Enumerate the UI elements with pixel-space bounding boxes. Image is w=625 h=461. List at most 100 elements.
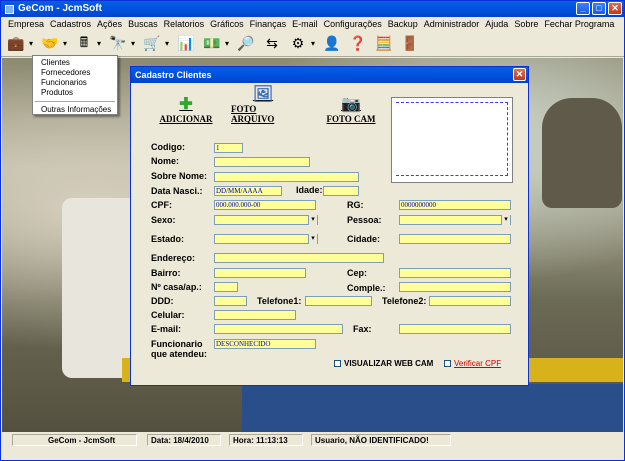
cadastro-clientes-dialog: Cadastro Clientes ✕ ✚ ADICIONAR 🖼 FOTO A… — [130, 66, 529, 386]
menu-bar: Empresa Cadastros Ações Buscas Relatorio… — [1, 17, 624, 31]
dialog-title: Cadastro Clientes — [135, 70, 212, 80]
label-telefone1: Telefone1: — [257, 296, 302, 306]
nome-field[interactable] — [214, 157, 310, 167]
status-bar: GeCom - JcmSoft Data: 18/4/2010 Hora: 11… — [2, 432, 623, 460]
close-button[interactable]: ✕ — [608, 2, 622, 15]
dialog-title-bar: Cadastro Clientes ✕ — [131, 67, 528, 83]
title-bar: GeCom - JcmSoft _ □ ✕ — [1, 1, 624, 17]
telefone1-field[interactable] — [305, 296, 372, 306]
email-field[interactable] — [214, 324, 343, 334]
cart-icon[interactable]: 🛒 — [141, 33, 169, 55]
label-codigo: Codigo: — [151, 142, 185, 152]
maximize-button[interactable]: □ — [592, 2, 606, 15]
pessoa-select[interactable] — [399, 215, 511, 225]
menu-item-outras-informacoes[interactable]: Outras Informações — [33, 105, 117, 115]
menu-financas[interactable]: Finanças — [247, 17, 290, 31]
minimize-button[interactable]: _ — [576, 2, 590, 15]
label-cidade: Cidade: — [347, 234, 381, 244]
label-email: E-mail: — [151, 324, 182, 334]
label-data-nasc: Data Nasci.: — [151, 186, 203, 196]
briefcase-icon[interactable]: 💼 — [5, 33, 33, 55]
menu-graficos[interactable]: Gráficos — [207, 17, 247, 31]
idade-field[interactable] — [323, 186, 359, 196]
ddd-field[interactable] — [214, 296, 247, 306]
dialog-close-button[interactable]: ✕ — [513, 68, 526, 81]
numero-field[interactable] — [214, 282, 238, 292]
label-idade: Idade: — [296, 185, 323, 195]
label-telefone2: Telefone2: — [382, 296, 427, 306]
complemento-field[interactable] — [399, 282, 511, 292]
cep-field[interactable] — [399, 268, 511, 278]
visualizar-webcam-checkbox[interactable] — [334, 360, 341, 367]
menu-separator — [35, 101, 115, 102]
label-fax: Fax: — [353, 324, 372, 334]
funcionario-field[interactable]: DESCONHECIDO — [214, 339, 316, 349]
foto-arquivo-button[interactable]: 🖼 FOTO ARQUIVO — [231, 86, 295, 124]
endereco-field[interactable] — [214, 253, 384, 263]
menu-empresa[interactable]: Empresa — [5, 17, 47, 31]
menu-item-funcionarios[interactable]: Funcionarios — [33, 78, 117, 88]
label-bairro: Bairro: — [151, 268, 181, 278]
label-celular: Celular: — [151, 310, 185, 320]
plus-icon: ✚ — [179, 96, 193, 113]
menu-item-produtos[interactable]: Produtos — [33, 88, 117, 98]
verificar-cpf-link[interactable]: Verificar CPF — [454, 358, 501, 369]
label-numero: Nº casa/ap.: — [151, 282, 202, 292]
fax-field[interactable] — [399, 324, 511, 334]
help-icon[interactable]: ❓ — [347, 33, 369, 55]
adicionar-button[interactable]: ✚ ADICIONAR — [159, 92, 213, 124]
money-icon[interactable]: 💵 — [201, 33, 229, 55]
label-endereco: Endereço: — [151, 253, 196, 263]
data-nasc-field[interactable]: DD/MM/AAAA — [214, 186, 282, 196]
menu-ajuda[interactable]: Ajuda — [482, 17, 511, 31]
menu-fechar-programa[interactable]: Fechar Programa — [541, 17, 617, 31]
visualizar-webcam-label: VISUALIZAR WEB CAM — [344, 359, 434, 368]
menu-relatorios[interactable]: Relatorios — [161, 17, 208, 31]
cash-register-icon[interactable]: 🖩 — [73, 33, 101, 55]
binoculars-icon[interactable]: 🔭 — [107, 33, 135, 55]
exit-door-icon[interactable]: 🚪 — [399, 33, 421, 55]
handshake-icon[interactable]: 🤝 — [39, 33, 67, 55]
label-estado: Estado: — [151, 234, 185, 244]
telefone2-field[interactable] — [429, 296, 511, 306]
menu-item-clientes[interactable]: Clientes — [33, 58, 117, 68]
label-nome: Nome: — [151, 156, 180, 166]
webcam-icon: 📷 — [341, 96, 361, 113]
rg-field[interactable]: 0000000000 — [399, 200, 511, 210]
bairro-field[interactable] — [214, 268, 306, 278]
label-ddd: DDD: — [151, 296, 174, 306]
search-people-icon[interactable]: 🔎 — [235, 33, 257, 55]
sexo-select[interactable] — [214, 215, 318, 225]
settings-icon[interactable]: ⚙ — [287, 33, 315, 55]
calculator-icon[interactable]: 🧮 — [373, 33, 395, 55]
label-cep: Cep: — [347, 268, 367, 278]
menu-sobre[interactable]: Sobre — [511, 17, 541, 31]
menu-backup[interactable]: Backup — [385, 17, 421, 31]
window-title: GeCom - JcmSoft — [18, 3, 102, 14]
menu-configuracoes[interactable]: Configurações — [321, 17, 385, 31]
transfer-icon[interactable]: ⇆ — [261, 33, 283, 55]
status-time: Hora: 11:13:13 — [229, 434, 303, 446]
cpf-field[interactable]: 000.000.000-00 — [214, 200, 316, 210]
menu-administrador[interactable]: Administrador — [421, 17, 483, 31]
menu-cadastros[interactable]: Cadastros — [47, 17, 94, 31]
label-pessoa: Pessoa: — [347, 215, 382, 225]
codigo-field[interactable]: 1 — [214, 143, 243, 153]
menu-buscas[interactable]: Buscas — [125, 17, 161, 31]
menu-item-fornecedores[interactable]: Fornecedores — [33, 68, 117, 78]
cidade-field[interactable] — [399, 234, 511, 244]
celular-field[interactable] — [214, 310, 296, 320]
foto-cam-button[interactable]: 📷 FOTO CAM — [324, 92, 378, 124]
verificar-cpf-checkbox[interactable] — [444, 360, 451, 367]
sobrenome-field[interactable] — [214, 172, 359, 182]
menu-email[interactable]: E-mail — [289, 17, 321, 31]
status-date: Data: 18/4/2010 — [147, 434, 221, 446]
main-window: GeCom - JcmSoft _ □ ✕ Empresa Cadastros … — [0, 0, 625, 461]
label-funcionario-2: que atendeu: — [151, 349, 208, 359]
menu-acoes[interactable]: Ações — [94, 17, 125, 31]
estado-select[interactable] — [214, 234, 318, 244]
chart-icon[interactable]: 📊 — [175, 33, 197, 55]
user-card-icon[interactable]: 👤 — [321, 33, 343, 55]
label-rg: RG: — [347, 200, 364, 210]
status-user: Usuario, NÃO IDENTIFICADO! — [311, 434, 451, 446]
